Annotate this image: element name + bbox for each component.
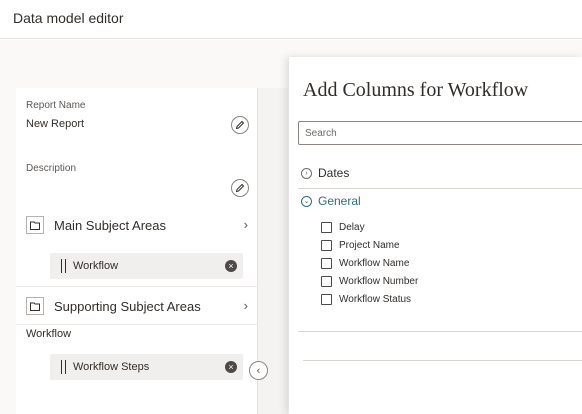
group-general[interactable]: ⌄ General [301, 194, 361, 208]
column-checkbox-workflow-status[interactable]: Workflow Status [321, 292, 411, 306]
group-label: Dates [318, 166, 350, 180]
checkbox[interactable] [321, 293, 332, 305]
subject-area-chip-workflow-steps[interactable]: Workflow Steps × [50, 354, 243, 380]
divider [298, 331, 582, 332]
chip-label: Workflow [73, 260, 119, 272]
column-label: Project Name [339, 239, 400, 251]
group-dates[interactable]: › Dates [301, 166, 349, 180]
drawer-title: Add Columns for Workflow [303, 79, 529, 101]
column-checkbox-delay[interactable]: Delay [321, 220, 365, 234]
chip-label: Workflow Steps [73, 361, 150, 373]
report-properties-panel: Report Name New Report Description Main … [16, 88, 258, 414]
column-label: Workflow Status [339, 293, 412, 305]
remove-icon[interactable]: × [225, 361, 237, 373]
add-columns-drawer: Add Columns for Workflow › Dates ⌄ Gener… [289, 57, 582, 414]
chevron-down-icon: ⌄ [301, 195, 312, 207]
main-subject-areas-row[interactable]: Main Subject Areas › [26, 215, 248, 235]
report-name-value: New Report [26, 118, 85, 130]
page-title: Data model editor [13, 10, 124, 26]
divider [298, 188, 582, 189]
drag-handle-icon[interactable] [61, 360, 66, 374]
chevron-left-icon: ‹ [256, 364, 261, 377]
drag-handle-icon[interactable] [61, 259, 66, 273]
group-label: General [318, 194, 361, 208]
supporting-subject-label: Workflow [26, 328, 72, 340]
folder-icon [26, 216, 44, 234]
column-label: Workflow Number [339, 275, 419, 287]
chevron-right-icon: › [243, 217, 248, 232]
checkbox[interactable] [321, 239, 332, 251]
divider [303, 360, 582, 361]
divider [16, 324, 258, 325]
description-label: Description [26, 163, 77, 174]
subject-area-chip-workflow[interactable]: Workflow × [50, 253, 243, 279]
column-label: Workflow Name [339, 257, 410, 269]
supporting-subject-areas-row[interactable]: Supporting Subject Areas › [26, 296, 248, 316]
checkbox[interactable] [321, 275, 332, 287]
edit-description-button[interactable] [231, 179, 249, 197]
divider [16, 286, 258, 287]
app-header: Data model editor [0, 0, 582, 39]
column-label: Delay [339, 221, 365, 233]
column-checkbox-workflow-name[interactable]: Workflow Name [321, 256, 409, 270]
checkbox[interactable] [321, 221, 332, 233]
chevron-right-icon: › [243, 298, 248, 313]
folder-icon [26, 297, 44, 315]
report-name-label: Report Name [26, 100, 86, 111]
column-checkbox-workflow-number[interactable]: Workflow Number [321, 274, 418, 288]
main-subject-areas-label: Main Subject Areas [54, 217, 167, 233]
collapse-panel-button[interactable]: ‹ [249, 361, 268, 380]
column-checkbox-project-name[interactable]: Project Name [321, 238, 400, 252]
search-input[interactable] [299, 122, 582, 144]
remove-icon[interactable]: × [225, 260, 237, 272]
supporting-subject-areas-label: Supporting Subject Areas [54, 298, 201, 314]
pencil-icon [235, 183, 245, 193]
search-field[interactable] [298, 121, 582, 145]
checkbox[interactable] [321, 257, 332, 269]
pencil-icon [235, 120, 245, 130]
edit-report-name-button[interactable] [231, 116, 249, 134]
chevron-right-icon: › [301, 167, 312, 179]
